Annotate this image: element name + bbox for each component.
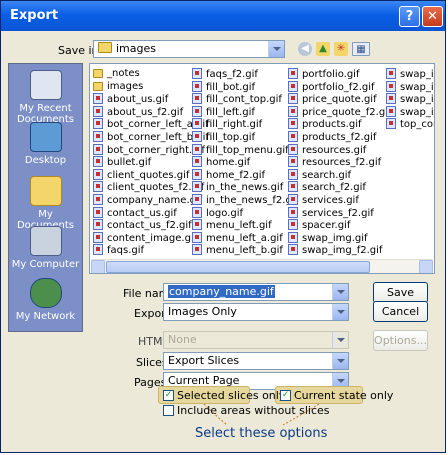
annotation-lines bbox=[203, 403, 320, 426]
export-dialog: Export ? ✕ Save in: images ◀ ▲ ✳ ▦ My Re… bbox=[0, 0, 446, 453]
annotation-text: Select these options bbox=[195, 426, 328, 441]
